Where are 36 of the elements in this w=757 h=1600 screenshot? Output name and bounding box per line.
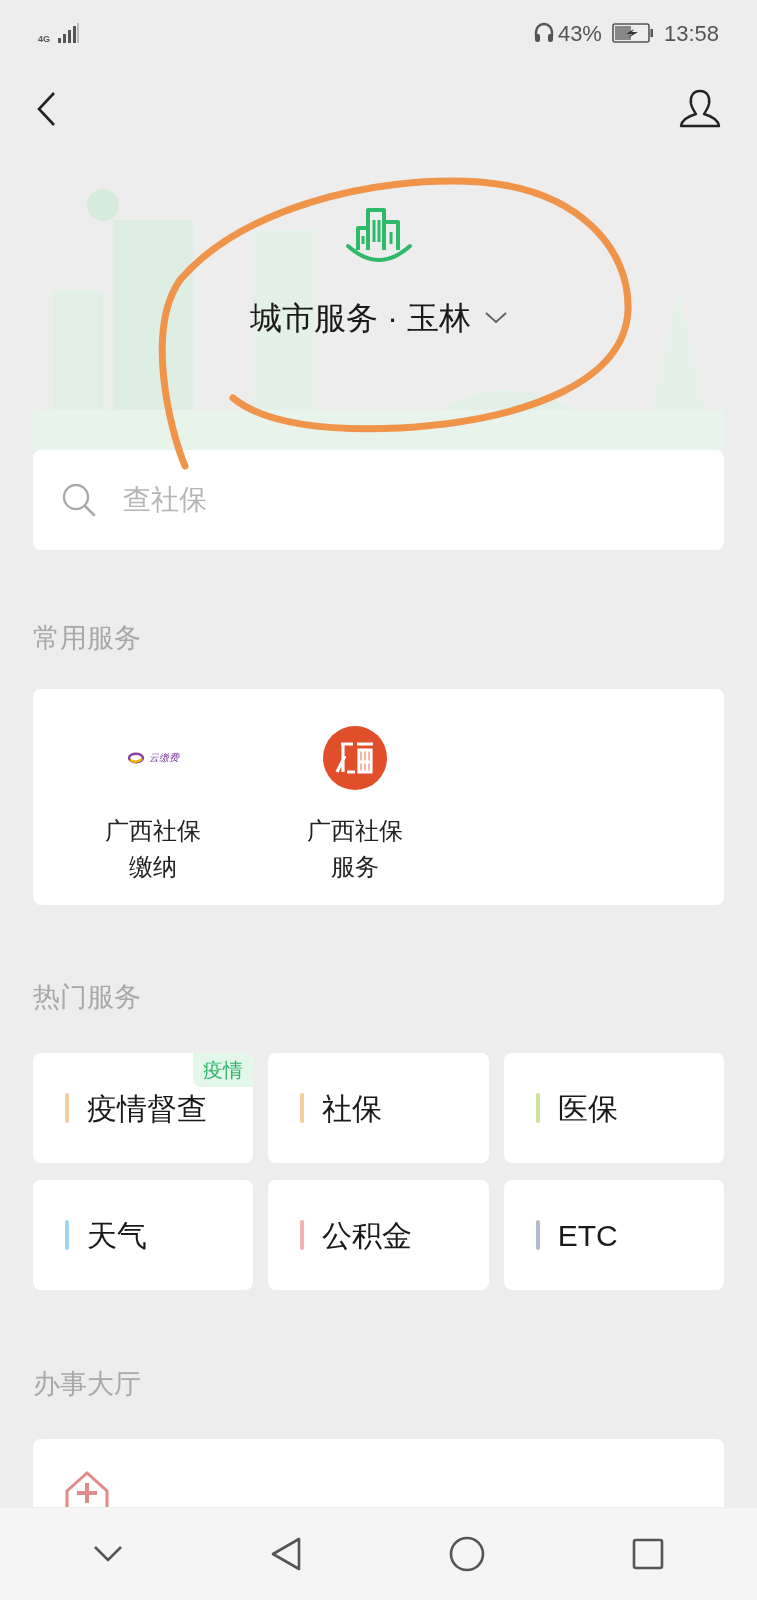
home-circle-icon[interactable] (448, 1536, 485, 1572)
chevron-down-icon[interactable] (484, 312, 507, 324)
service-label: 公积金 (322, 1217, 413, 1254)
section-title: 常用服务 (33, 622, 142, 655)
section-title: 热门服务 (33, 980, 142, 1014)
service-label[interactable]: 广西社保服务 (305, 812, 405, 885)
seal-logo-icon[interactable] (323, 725, 387, 790)
battery-charging-icon (611, 23, 654, 43)
service-tile[interactable]: 医保 (503, 1053, 724, 1163)
service-tile[interactable]: 社保 (268, 1053, 489, 1163)
cloud-pay-logo[interactable]: 云缴费 (127, 722, 179, 793)
search-field[interactable]: 查社保 (33, 450, 724, 550)
service-tile[interactable]: 疫情 疫情督查 (33, 1053, 254, 1163)
service-tile[interactable]: 天气 (33, 1180, 254, 1290)
service-label[interactable]: 广西社保缴纳 (103, 812, 203, 885)
tag-badge: 疫情 (193, 1053, 254, 1087)
recent-apps-icon[interactable] (631, 1538, 664, 1570)
chevron-down-icon[interactable] (93, 1545, 124, 1563)
service-label: 疫情督查 (87, 1090, 207, 1127)
service-label: ETC (557, 1217, 618, 1254)
service-label: 医保 (557, 1090, 618, 1127)
service-tile[interactable]: ETC (503, 1180, 724, 1290)
back-icon[interactable] (36, 91, 58, 127)
user-icon[interactable] (679, 89, 721, 129)
headphones-icon (533, 22, 554, 44)
service-label: 社保 (322, 1090, 383, 1127)
back-triangle-icon[interactable] (270, 1536, 303, 1572)
city-title[interactable]: 城市服务 · 玉林 (250, 294, 471, 342)
service-label: 天气 (87, 1217, 147, 1254)
clock-time: 13:58 (663, 19, 719, 48)
hospital-icon (63, 1468, 111, 1507)
section-title: 办事大厅 (33, 1368, 142, 1401)
network-label: 4G (38, 35, 50, 44)
search-icon (61, 482, 97, 518)
service-tile[interactable]: 公积金 (268, 1180, 489, 1290)
battery-percent: 43% (557, 19, 602, 48)
